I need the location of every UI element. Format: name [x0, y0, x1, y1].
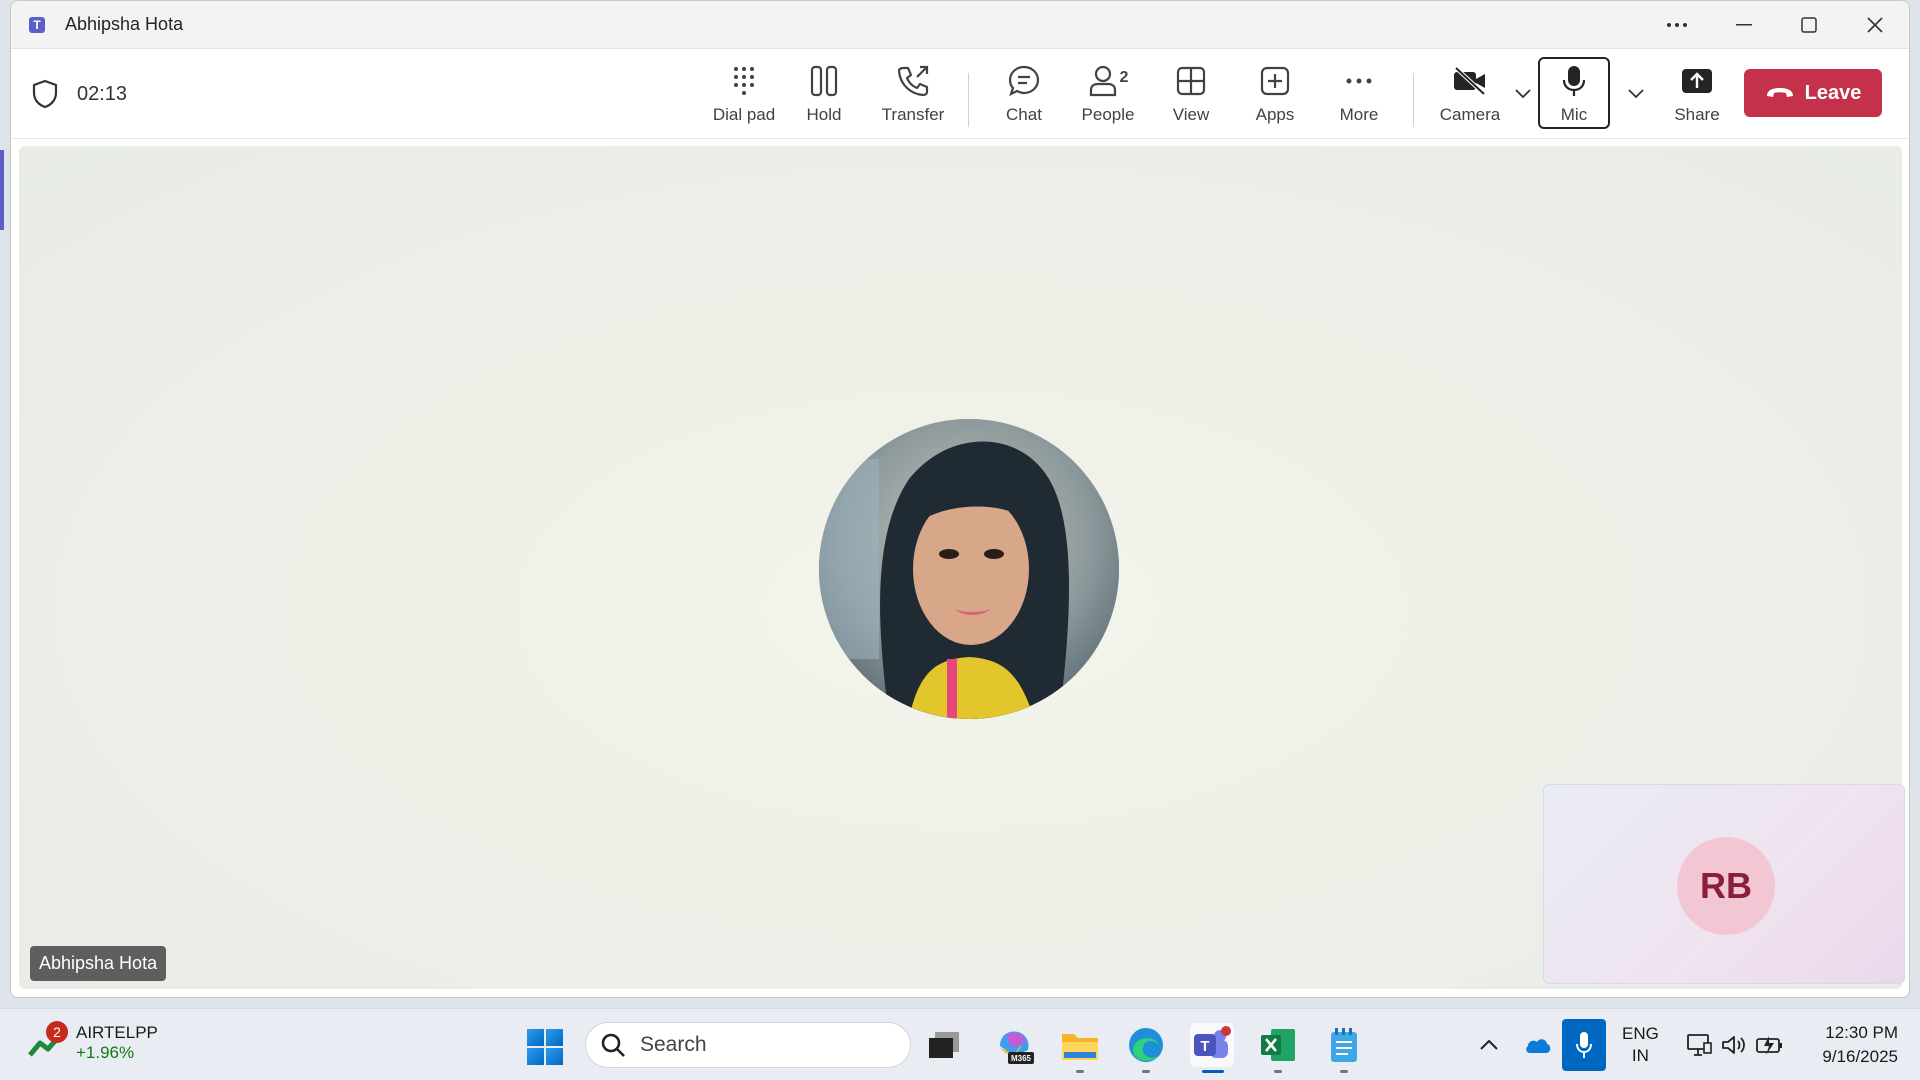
more-horizontal-icon[interactable] [1645, 1, 1709, 49]
transfer-label: Transfer [881, 105, 945, 124]
teams-icon[interactable]: T [1190, 1023, 1234, 1073]
phone-transfer-icon [896, 61, 930, 101]
stock-chart-icon: 2 [28, 1021, 68, 1063]
active-indicator [1202, 1070, 1224, 1073]
camera-button[interactable]: Camera [1431, 61, 1509, 131]
shield-icon[interactable] [31, 79, 59, 109]
running-indicator [1274, 1070, 1282, 1073]
more-button[interactable]: More [1331, 61, 1387, 131]
camera-label: Camera [1439, 105, 1501, 124]
notification-badge: 2 [46, 1021, 68, 1043]
toolbar-divider [968, 73, 969, 127]
notepad-icon[interactable] [1322, 1023, 1366, 1073]
view-button[interactable]: View [1163, 61, 1219, 131]
people-button[interactable]: 2 People [1075, 61, 1141, 131]
people-icon: 2 [1088, 61, 1129, 101]
minimize-icon[interactable] [1712, 1, 1776, 49]
chat-button[interactable]: Chat [996, 61, 1052, 131]
volume-icon[interactable] [1718, 1027, 1750, 1063]
edge-icon[interactable] [1124, 1023, 1168, 1073]
stock-widget[interactable]: 2 AIRTELPP +1.96% [28, 1021, 158, 1063]
chat-icon [1007, 61, 1041, 101]
microphone-in-use-icon[interactable] [1562, 1019, 1606, 1071]
teams-logo-icon: T [29, 13, 55, 36]
system-clock[interactable]: 12:30 PM 9/16/2025 [1802, 1021, 1898, 1069]
camera-options-chevron-down-icon[interactable] [1508, 79, 1538, 109]
call-toolbar: 02:13 Dial pad Hold Transfer Chat 2 Peop… [11, 49, 1909, 139]
mic-label: Mic [1560, 105, 1588, 124]
network-icon[interactable] [1684, 1027, 1714, 1063]
file-explorer-icon[interactable] [1058, 1023, 1102, 1073]
view-label: View [1172, 105, 1210, 124]
svg-text:T: T [1200, 1038, 1209, 1055]
task-view-icon[interactable] [922, 1023, 966, 1067]
camera-off-icon [1452, 61, 1488, 101]
taskbar-search[interactable]: Search [585, 1022, 911, 1068]
excel-icon[interactable] [1256, 1023, 1300, 1073]
show-hidden-icons-chevron-up-icon[interactable] [1476, 1027, 1502, 1063]
hold-button[interactable]: Hold [794, 61, 854, 131]
share-label: Share [1674, 105, 1720, 124]
battery-charging-icon[interactable] [1754, 1027, 1786, 1063]
window-title: Abhipsha Hota [65, 14, 184, 34]
language-code: ENG [1622, 1024, 1659, 1043]
close-icon[interactable] [1843, 1, 1907, 49]
more-label: More [1339, 105, 1379, 124]
region-code: IN [1631, 1046, 1649, 1065]
clock-date: 9/16/2025 [1822, 1047, 1898, 1066]
hold-label: Hold [806, 105, 842, 124]
windows-start-icon[interactable] [527, 1029, 563, 1065]
title-bar: T Abhipsha Hota [11, 1, 1909, 49]
people-count: 2 [1119, 69, 1129, 86]
search-icon [601, 1033, 625, 1057]
people-label: People [1081, 105, 1135, 124]
participant-photo [819, 419, 1119, 719]
svg-text:M365: M365 [1011, 1054, 1032, 1063]
input-language-indicator[interactable]: ENG IN [1622, 1023, 1659, 1067]
grid-view-icon [1176, 61, 1206, 101]
microphone-icon [1561, 61, 1587, 101]
teams-call-window: T Abhipsha Hota 02:13 Dial pad Hold Tran… [10, 0, 1910, 998]
share-button[interactable]: Share [1665, 61, 1729, 131]
call-timer: 02:13 [77, 83, 128, 105]
leave-label: Leave [1804, 81, 1862, 104]
dial-pad-button[interactable]: Dial pad [704, 61, 784, 131]
mic-options-chevron-down-icon[interactable] [1621, 79, 1651, 109]
onedrive-cloud-icon[interactable] [1522, 1027, 1554, 1063]
chat-label: Chat [1006, 105, 1042, 124]
hang-up-icon [1766, 88, 1793, 97]
leave-button[interactable]: Leave [1744, 69, 1882, 117]
share-screen-icon [1681, 61, 1713, 101]
running-indicator [1340, 1070, 1348, 1073]
stock-change: +1.96% [76, 1043, 135, 1062]
stock-name: AIRTELPP [76, 1023, 158, 1042]
toolbar-divider [1413, 73, 1414, 127]
apps-label: Apps [1255, 105, 1295, 124]
running-indicator [1076, 1070, 1084, 1073]
self-avatar: RB [1677, 837, 1775, 935]
participant-name-tag: Abhipsha Hota [30, 946, 167, 981]
pause-icon [809, 61, 839, 101]
call-stage: Abhipsha Hota RB [19, 146, 1905, 989]
m365-copilot-icon[interactable]: M365 [992, 1023, 1036, 1067]
running-indicator [1142, 1070, 1150, 1073]
clock-time: 12:30 PM [1825, 1023, 1898, 1042]
participant-avatar[interactable] [819, 419, 1119, 719]
self-video-tile[interactable]: RB [1543, 784, 1905, 984]
maximize-icon[interactable] [1777, 1, 1841, 49]
add-app-icon [1260, 61, 1290, 101]
left-edge-indicator [0, 150, 4, 230]
transfer-button[interactable]: Transfer [873, 61, 953, 131]
search-placeholder: Search [640, 1033, 707, 1056]
apps-button[interactable]: Apps [1247, 61, 1303, 131]
windows-taskbar: 2 AIRTELPP +1.96% Search M365 T ENG IN 1… [0, 1008, 1920, 1080]
dial-pad-label: Dial pad [712, 105, 776, 124]
mic-button-content[interactable]: Mic [1542, 61, 1606, 131]
more-icon [1345, 61, 1373, 101]
dial-pad-icon [731, 61, 757, 101]
